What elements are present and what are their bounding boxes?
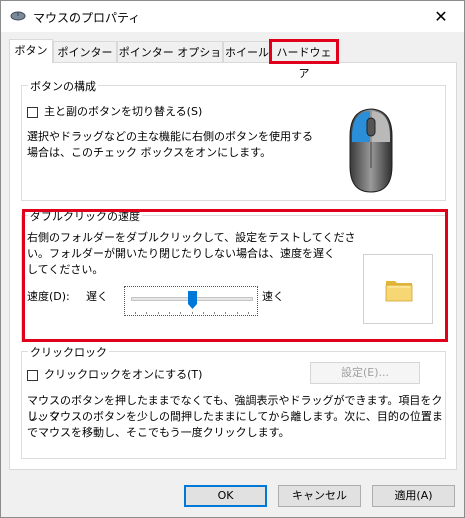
dialog-footer: OK キャンセル 適用(A): [1, 471, 464, 517]
mouse-properties-window: マウスのプロパティ ✕ ボタン ポインター ポインター オプション ホイール ハ…: [0, 0, 465, 518]
close-button[interactable]: ✕: [418, 1, 464, 32]
window-title: マウスのプロパティ: [33, 11, 141, 25]
title-bar: マウスのプロパティ ✕: [1, 1, 464, 32]
cancel-button[interactable]: キャンセル: [278, 485, 361, 507]
mouse-icon: [10, 11, 26, 21]
button-config-group: ボタンの構成 主と副のボタンを切り替える(S) 選択やドラッグなどの主な機能に右…: [21, 78, 446, 201]
buttons-tab-panel: ボタンの構成 主と副のボタンを切り替える(S) 選択やドラッグなどの主な機能に右…: [9, 62, 457, 470]
click-lock-description-2: し、マウスのボタンを少しの間押したままにしてから離します。次に、目的の位置ま: [27, 410, 443, 423]
tab-buttons[interactable]: ボタン: [9, 39, 53, 63]
click-lock-title: クリックロック: [28, 344, 109, 360]
click-lock-label[interactable]: クリックロックをオンにする(T): [44, 367, 202, 383]
tab-pointers[interactable]: ポインター: [53, 41, 117, 62]
close-icon: ✕: [434, 7, 448, 26]
tab-strip: ボタン ポインター ポインター オプション ホイール ハードウェア: [9, 39, 459, 80]
tab-hardware[interactable]: ハードウェア: [269, 39, 339, 80]
mouse-illustration-icon: [349, 108, 393, 193]
click-lock-settings-button[interactable]: 設定(E)...: [310, 362, 420, 384]
tab-pointer-options[interactable]: ポインター オプション: [117, 41, 223, 80]
double-click-highlight: [22, 209, 448, 342]
switch-buttons-checkbox[interactable]: [27, 107, 38, 118]
apply-button[interactable]: 適用(A): [372, 485, 455, 507]
tab-wheel[interactable]: ホイール: [223, 41, 271, 62]
ok-button[interactable]: OK: [184, 485, 267, 507]
button-config-title: ボタンの構成: [28, 78, 98, 94]
click-lock-checkbox[interactable]: [27, 370, 38, 381]
click-lock-group: クリックロック クリックロックをオンにする(T) 設定(E)... マウスのボタ…: [21, 344, 446, 459]
button-config-description-2: 場合は、このチェック ボックスをオンにします。: [27, 146, 272, 159]
switch-buttons-label[interactable]: 主と副のボタンを切り替える(S): [44, 104, 202, 120]
button-config-description-1: 選択やドラッグなどの主な機能に右側のボタンを使用する: [27, 130, 313, 143]
click-lock-description-3: でマウスを移動し、そこでもう一度クリックします。: [27, 426, 290, 439]
